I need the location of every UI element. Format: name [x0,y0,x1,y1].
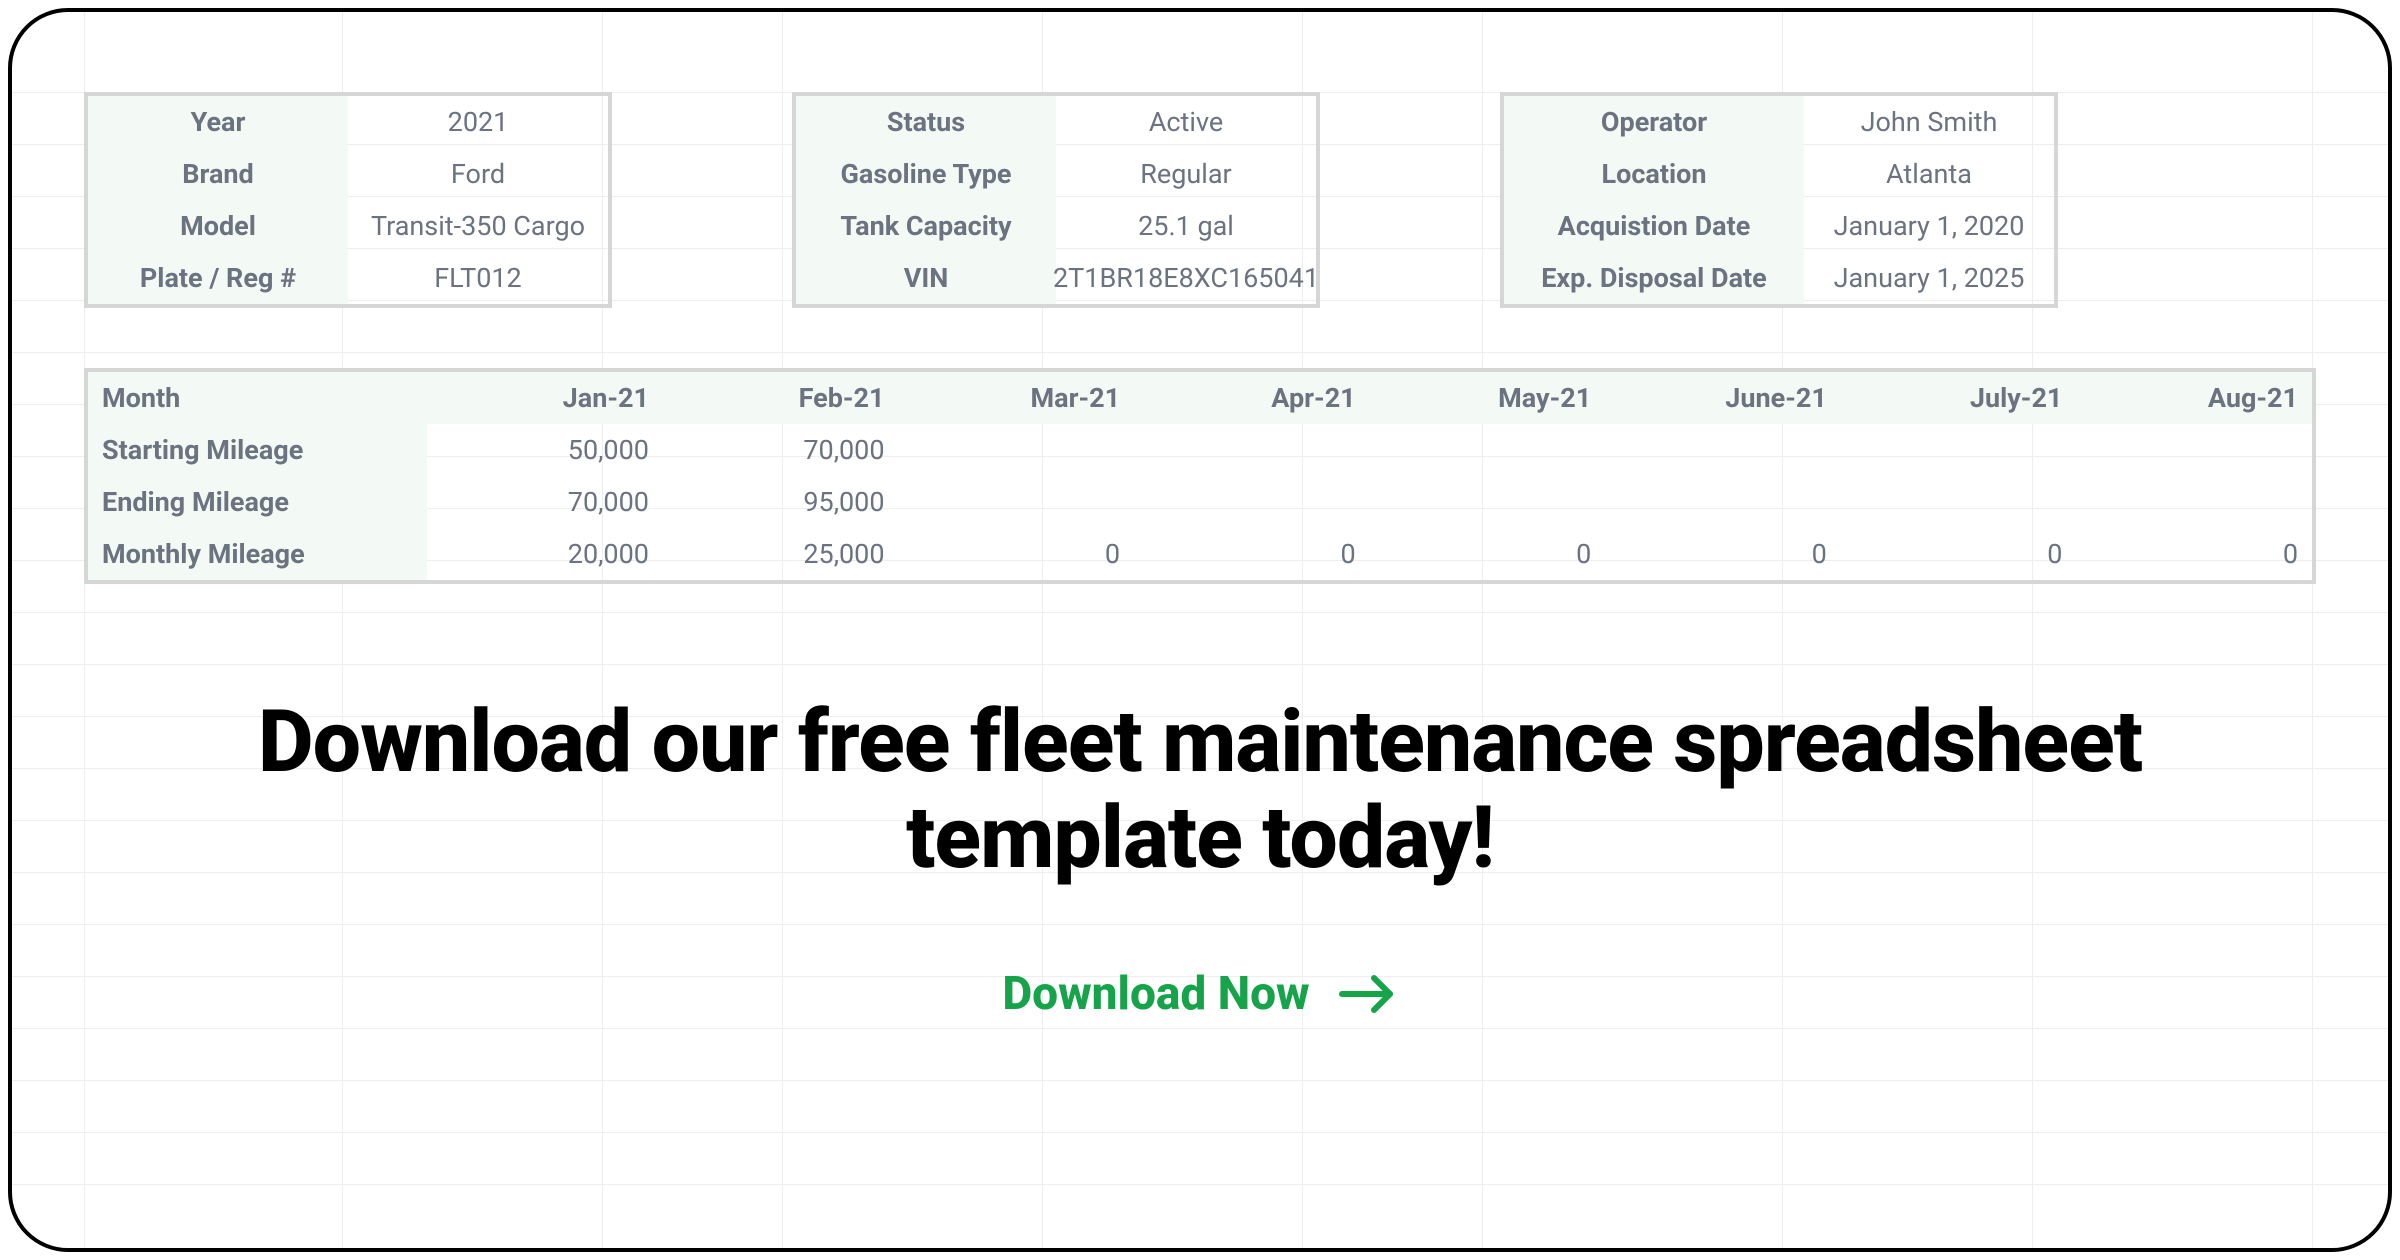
vehicle-info-block: Year Brand Model Plate / Reg # 2021 Ford… [84,92,612,308]
cta-label: Download Now [1002,967,1309,1021]
vehicle-status-block: Status Gasoline Type Tank Capacity VIN A… [792,92,1320,308]
info-value: Transit-350 Cargo [348,200,608,252]
info-label: Location [1504,148,1804,200]
info-value: FLT012 [348,252,608,304]
info-label: Year [88,96,348,148]
arrow-right-icon [1338,972,1398,1016]
info-label: Tank Capacity [796,200,1056,252]
mileage-cell [2076,424,2312,476]
mileage-cell [1370,424,1606,476]
info-label: Acquistion Date [1504,200,1804,252]
info-value: John Smith [1804,96,2054,148]
mileage-month-header: Apr-21 [1134,372,1370,424]
mileage-cell: 0 [899,528,1135,580]
mileage-month-header: Mar-21 [899,372,1135,424]
mileage-month-header: July-21 [1841,372,2077,424]
mileage-cell [1841,424,2077,476]
info-label: VIN [796,252,1056,304]
info-value: January 1, 2020 [1804,200,2054,252]
mileage-cell [2076,476,2312,528]
mileage-row-label: Starting Mileage [88,424,427,476]
mileage-month-header: June-21 [1605,372,1841,424]
info-label: Operator [1504,96,1804,148]
mileage-cell: 0 [1605,528,1841,580]
mileage-cell: 50,000 [427,424,663,476]
mileage-cell: 0 [1134,528,1370,580]
info-value: January 1, 2025 [1804,252,2054,304]
info-label: Gasoline Type [796,148,1056,200]
info-value: Active [1056,96,1316,148]
promo-card: Year Brand Model Plate / Reg # 2021 Ford… [8,8,2392,1252]
info-label: Plate / Reg # [88,252,348,304]
info-label: Exp. Disposal Date [1504,252,1804,304]
info-value: Ford [348,148,608,200]
mileage-cell: 95,000 [663,476,899,528]
mileage-cell [1605,424,1841,476]
mileage-cell: 0 [1841,528,2077,580]
mileage-cell: 0 [2076,528,2312,580]
info-label: Status [796,96,1056,148]
mileage-cell [1605,476,1841,528]
mileage-month-header: Jan-21 [427,372,663,424]
info-label: Model [88,200,348,252]
info-value: 25.1 gal [1056,200,1316,252]
mileage-header-label: Month [88,372,427,424]
mileage-cell [1841,476,2077,528]
mileage-row-label: Monthly Mileage [88,528,427,580]
download-now-button[interactable]: Download Now [84,967,2316,1021]
info-value-vin: 2T1BR18E8XC165041 [1056,252,1316,304]
mileage-cell: 70,000 [427,476,663,528]
mileage-cell [1134,424,1370,476]
mileage-month-header: Aug-21 [2076,372,2312,424]
mileage-row-label: Ending Mileage [88,476,427,528]
mileage-cell [1134,476,1370,528]
mileage-cell: 0 [1370,528,1606,580]
mileage-cell: 25,000 [663,528,899,580]
mileage-cell [899,424,1135,476]
vehicle-info-row: Year Brand Model Plate / Reg # 2021 Ford… [84,92,2316,308]
mileage-cell: 20,000 [427,528,663,580]
mileage-table: MonthJan-21Feb-21Mar-21Apr-21May-21June-… [84,368,2316,584]
info-value: Regular [1056,148,1316,200]
info-value: Atlanta [1804,148,2054,200]
mileage-cell: 70,000 [663,424,899,476]
mileage-month-header: Feb-21 [663,372,899,424]
mileage-cell [899,476,1135,528]
info-label: Brand [88,148,348,200]
info-value: 2021 [348,96,608,148]
vehicle-ownership-block: Operator Location Acquistion Date Exp. D… [1500,92,2058,308]
mileage-month-header: May-21 [1370,372,1606,424]
promo-headline: Download our free fleet maintenance spre… [84,694,2316,887]
mileage-cell [1370,476,1606,528]
